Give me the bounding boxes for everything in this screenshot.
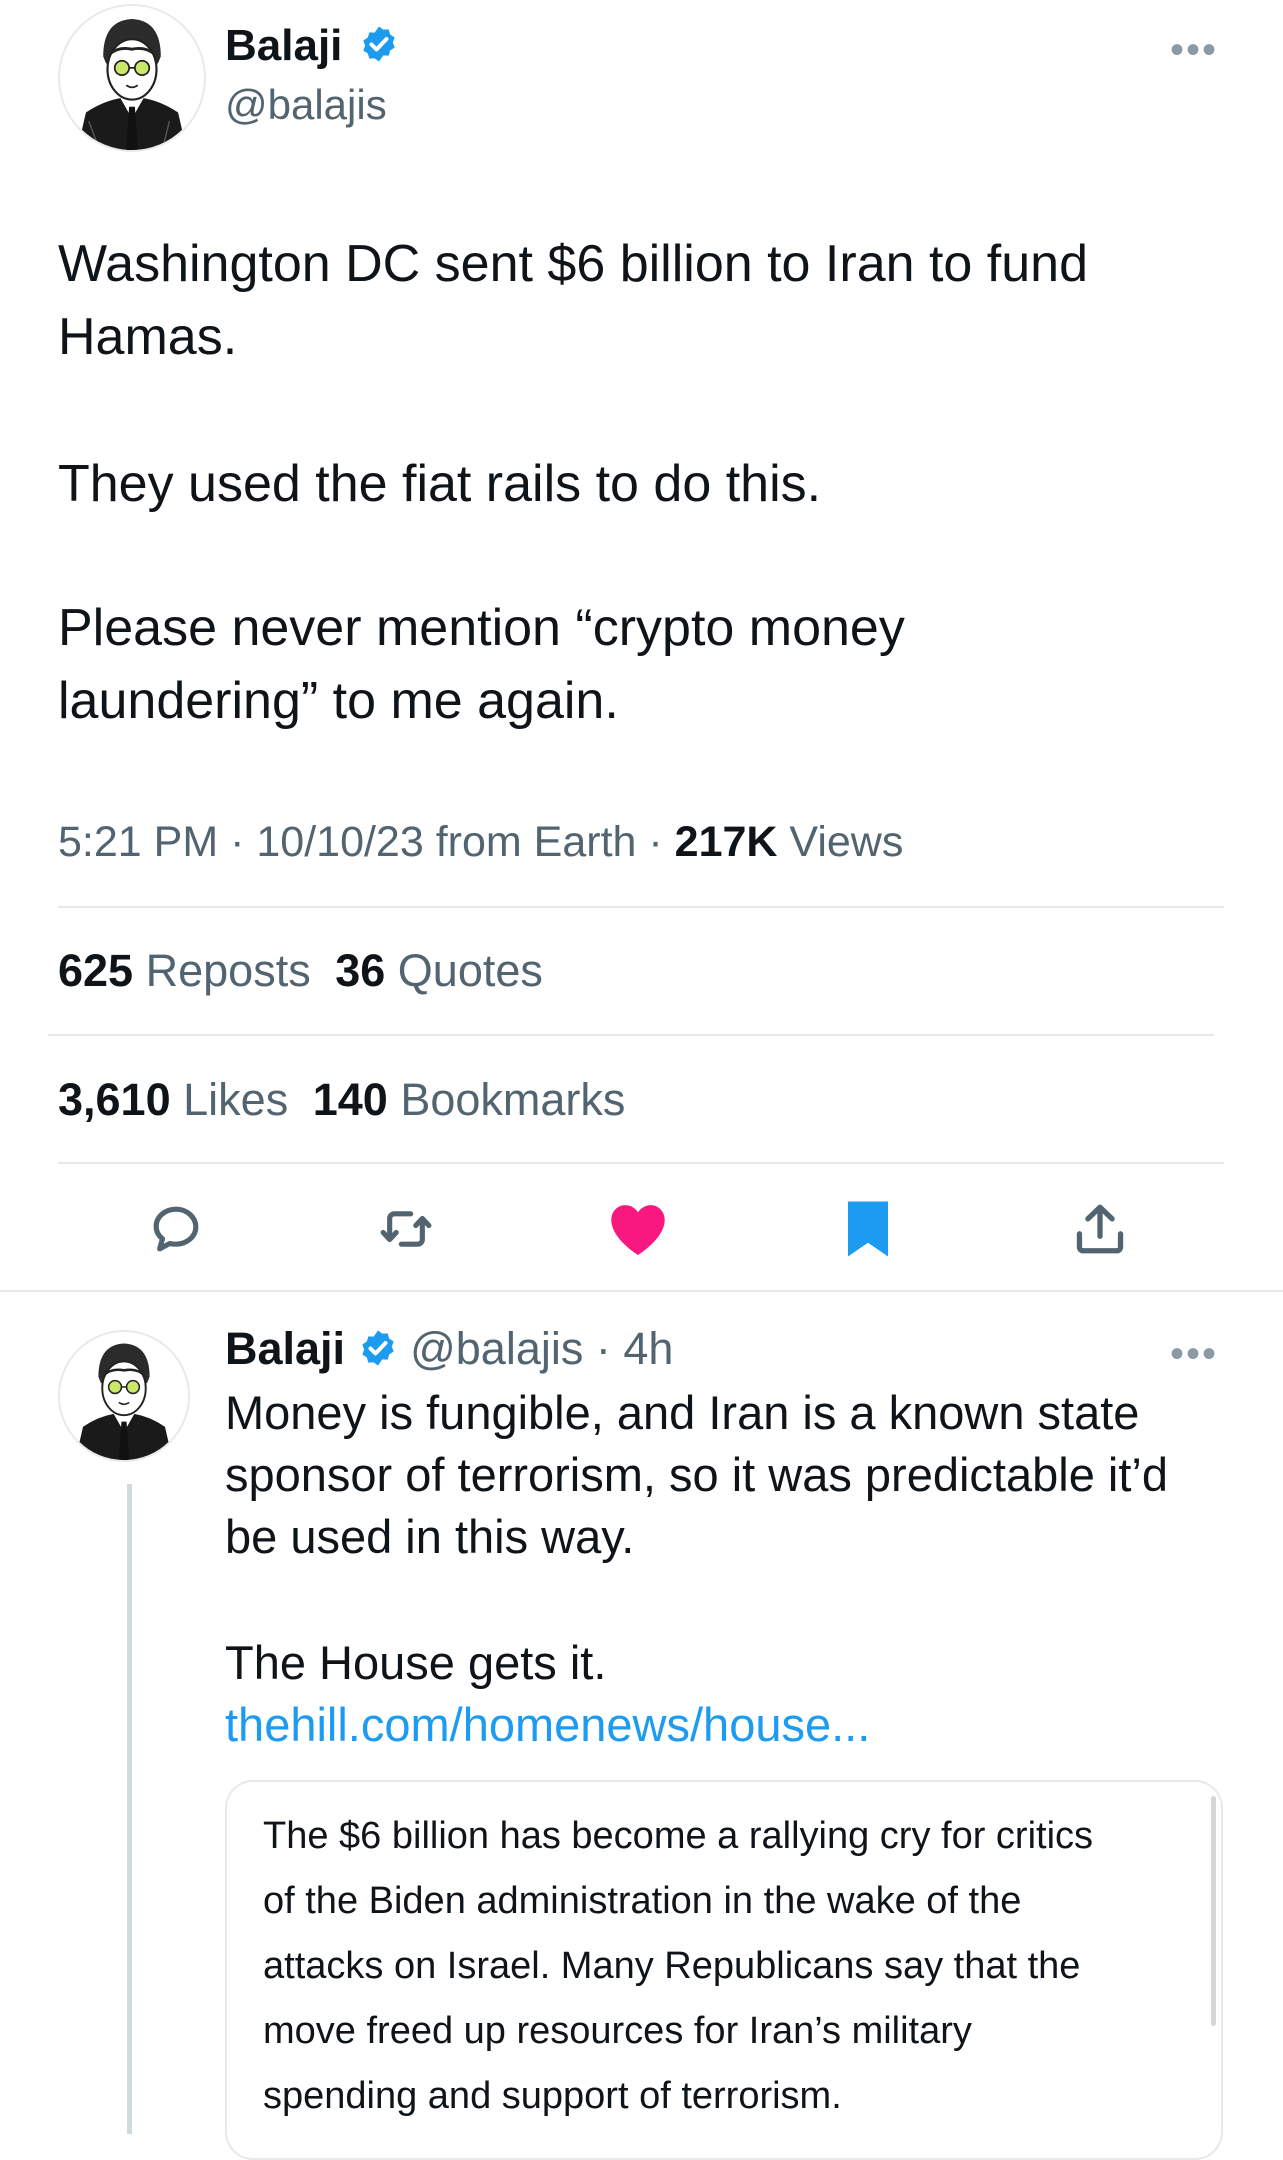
tweet-meta: 5:21 PM · 10/10/23 from Earth · 217K Vie… — [58, 818, 904, 866]
tweet-text-line: They used the fiat rails to do this. — [58, 455, 822, 513]
bookmark-button[interactable] — [832, 1196, 904, 1262]
likes-stat[interactable]: 3,610 Likes — [58, 1074, 301, 1125]
divider — [58, 906, 1224, 908]
tweet-text-line: Hamas. — [58, 308, 238, 366]
reply-time-ago[interactable]: · 4h — [596, 1323, 674, 1374]
reply-link[interactable]: thehill.com/homenews/house... — [225, 1694, 1265, 1756]
more-horizontal-icon[interactable]: ••• — [1170, 30, 1218, 70]
card-scrollbar[interactable] — [1211, 1796, 1216, 2026]
reposts-stat[interactable]: 625 Reposts — [58, 945, 323, 996]
author-avatar[interactable] — [58, 4, 206, 152]
like-button[interactable] — [602, 1198, 674, 1260]
verified-badge-icon — [361, 1330, 394, 1366]
reply-author-avatar[interactable] — [58, 1330, 190, 1462]
author-handle[interactable]: @balajis — [225, 78, 387, 132]
reply-text-line: Money is fungible, and Iran is a known s… — [225, 1386, 1140, 1439]
quote-card[interactable]: The $6 billion has become a rallying cry… — [225, 1780, 1223, 2160]
share-icon — [1076, 1204, 1124, 1254]
portrait-sketch-icon — [60, 6, 204, 150]
card-text-line: move freed up resources for Iran’s milit… — [263, 2010, 972, 2052]
reply-text-line: be used in this way. — [225, 1510, 635, 1563]
bookmark-filled-icon — [848, 1201, 888, 1257]
repost-icon — [380, 1211, 432, 1247]
card-text-line: attacks on Israel. Many Republicans say … — [263, 1945, 1081, 1987]
reply-text-line: sponsor of terrorism, so it was predicta… — [225, 1448, 1168, 1501]
quotes-stat[interactable]: 36 Quotes — [335, 945, 543, 996]
share-button[interactable] — [1064, 1196, 1136, 1262]
reply-author-handle[interactable]: @balajis — [410, 1323, 583, 1374]
reply-icon — [153, 1206, 199, 1252]
heart-filled-icon — [611, 1205, 665, 1255]
reply-button[interactable] — [140, 1198, 212, 1260]
more-horizontal-icon[interactable]: ••• — [1170, 1334, 1218, 1374]
reply-author-name[interactable]: Balaji — [225, 1323, 345, 1374]
views-label: Views — [789, 818, 904, 866]
bookmarks-stat[interactable]: 140 Bookmarks — [313, 1074, 626, 1125]
divider — [58, 1162, 1224, 1164]
tweet-text-line: Please never mention “crypto money — [58, 599, 905, 657]
views-count: 217K — [674, 818, 778, 866]
divider — [0, 1290, 1283, 1292]
portrait-sketch-icon — [60, 1332, 188, 1460]
tweet-text-line: laundering” to me again. — [58, 672, 619, 730]
tweet-date-source: 10/10/23 from Earth — [256, 818, 637, 866]
reply-text-line: The House gets it. — [225, 1636, 607, 1689]
card-text-line: The $6 billion has become a rallying cry… — [263, 1815, 1094, 1857]
repost-button[interactable] — [370, 1198, 442, 1260]
divider — [48, 1034, 1214, 1036]
tweet-text-line: Washington DC sent $6 billion to Iran to… — [58, 235, 1088, 293]
thread-connector-line — [127, 1484, 132, 2134]
card-text-line: of the Biden administration in the wake … — [263, 1880, 1022, 1922]
card-text-line: spending and support of terrorism. — [263, 2075, 842, 2117]
verified-badge-icon — [362, 26, 395, 62]
author-name[interactable]: Balaji — [225, 21, 342, 70]
tweet-time[interactable]: 5:21 PM — [58, 818, 218, 866]
